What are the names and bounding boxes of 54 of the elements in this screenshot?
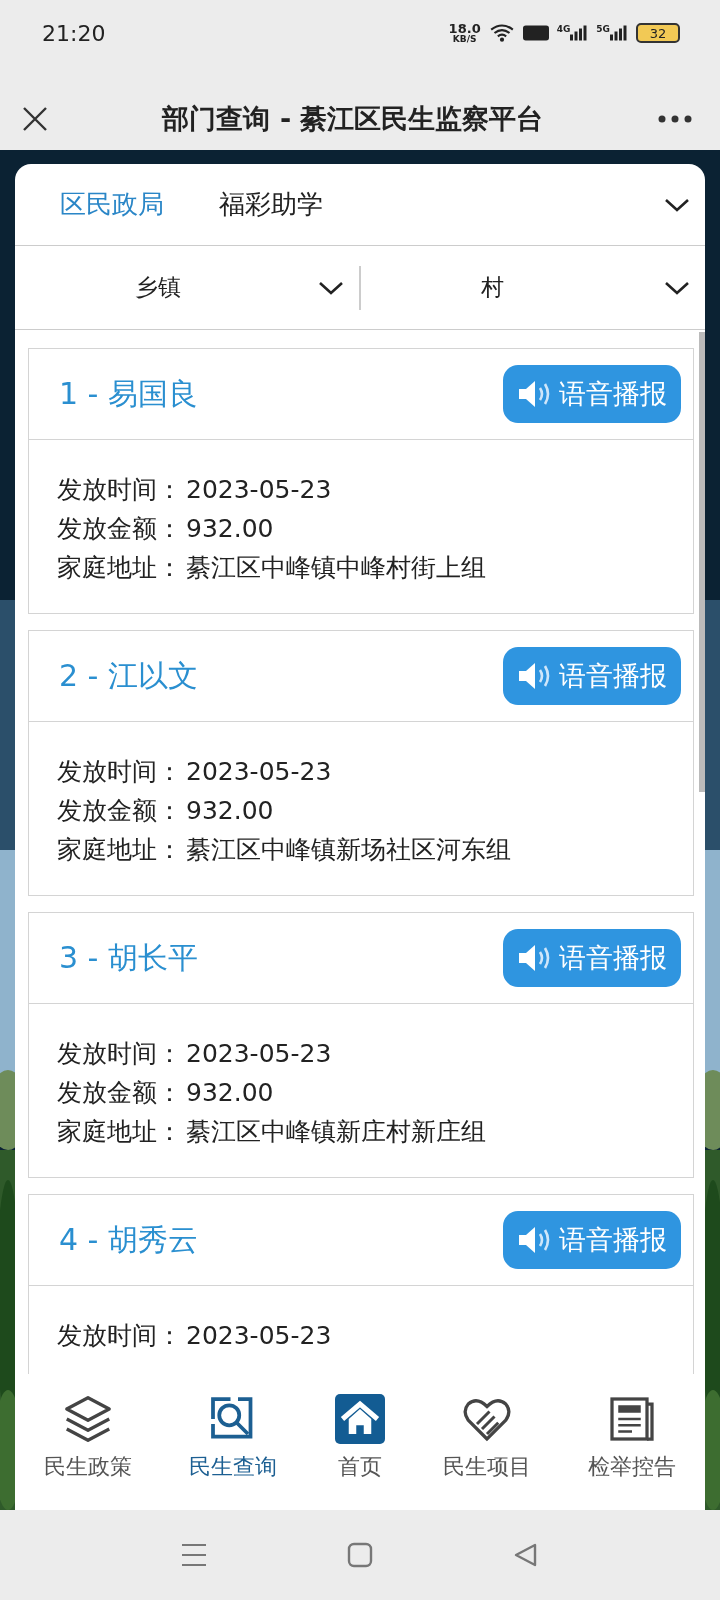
- record-title: 3 - 胡长平: [59, 938, 198, 977]
- close-icon[interactable]: [22, 106, 48, 132]
- signal-icon: [570, 24, 589, 42]
- nav-tab[interactable]: 民生项目: [442, 1394, 531, 1482]
- chevron-down-icon: [664, 196, 690, 213]
- department-label: 区民政局: [60, 188, 164, 221]
- field-value: 2023-05-23: [186, 1320, 332, 1352]
- field-label: 发放时间：: [57, 474, 182, 506]
- field-label: 发放时间：: [57, 1320, 182, 1352]
- record-title: 1 - 易国良: [59, 374, 198, 413]
- field-label: 发放时间：: [57, 1038, 182, 1070]
- wifi-icon: [488, 23, 515, 43]
- nav-tab[interactable]: 首页: [335, 1394, 385, 1482]
- network-type: 5G: [596, 24, 610, 34]
- battery-icon: 32: [636, 23, 680, 43]
- back-icon[interactable]: [513, 1542, 539, 1568]
- field-label: 家庭地址：: [57, 1116, 182, 1148]
- field-value: 2023-05-23: [186, 756, 332, 788]
- field-label: 发放金额：: [57, 1077, 182, 1109]
- field-value: 932.00: [186, 513, 274, 545]
- chevron-down-icon: [318, 279, 344, 296]
- field-value: 綦江区中峰镇中峰村街上组: [186, 552, 486, 584]
- layers-icon: [62, 1394, 113, 1444]
- nav-tab[interactable]: 检举控告: [588, 1394, 677, 1482]
- network-speed: 18.0: [448, 22, 481, 35]
- chevron-down-icon: [664, 279, 690, 296]
- scrollbar[interactable]: [699, 332, 705, 792]
- filter-dropdown[interactable]: 村: [361, 246, 705, 329]
- network-type: 4G: [556, 24, 571, 34]
- clock-time: 21:20: [42, 20, 106, 46]
- field-label: 家庭地址：: [57, 552, 182, 584]
- more-icon[interactable]: [658, 115, 692, 123]
- record-title: 2 - 江以文: [59, 656, 198, 695]
- home-icon[interactable]: [347, 1542, 373, 1568]
- field-value: 2023-05-23: [186, 1038, 332, 1070]
- field-label: 发放时间：: [57, 756, 182, 788]
- field-value: 932.00: [186, 795, 274, 827]
- nav-tab[interactable]: 民生查询: [189, 1394, 278, 1482]
- signal-icon: [610, 24, 628, 42]
- category-dropdown[interactable]: 福彩助学: [219, 164, 705, 245]
- filter-dropdown[interactable]: 乡镇: [15, 246, 359, 329]
- page-title: 部门查询 - 綦江区民生监察平台: [162, 102, 544, 136]
- record-title: 4 - 胡秀云: [59, 1220, 198, 1259]
- field-label: 发放金额：: [57, 513, 182, 545]
- speed-unit: KB/S: [452, 35, 477, 44]
- field-value: 932.00: [186, 1077, 274, 1109]
- field-label: 发放金额：: [57, 795, 182, 827]
- nav-tab[interactable]: 民生政策: [43, 1394, 132, 1482]
- menu-icon[interactable]: [181, 1542, 207, 1568]
- field-value: 綦江区中峰镇新庄村新庄组: [186, 1116, 486, 1148]
- home-icon: [335, 1394, 385, 1444]
- field-label: 家庭地址：: [57, 834, 182, 866]
- field-value: 2023-05-23: [186, 474, 332, 506]
- field-value: 綦江区中峰镇新场社区河东组: [186, 834, 511, 866]
